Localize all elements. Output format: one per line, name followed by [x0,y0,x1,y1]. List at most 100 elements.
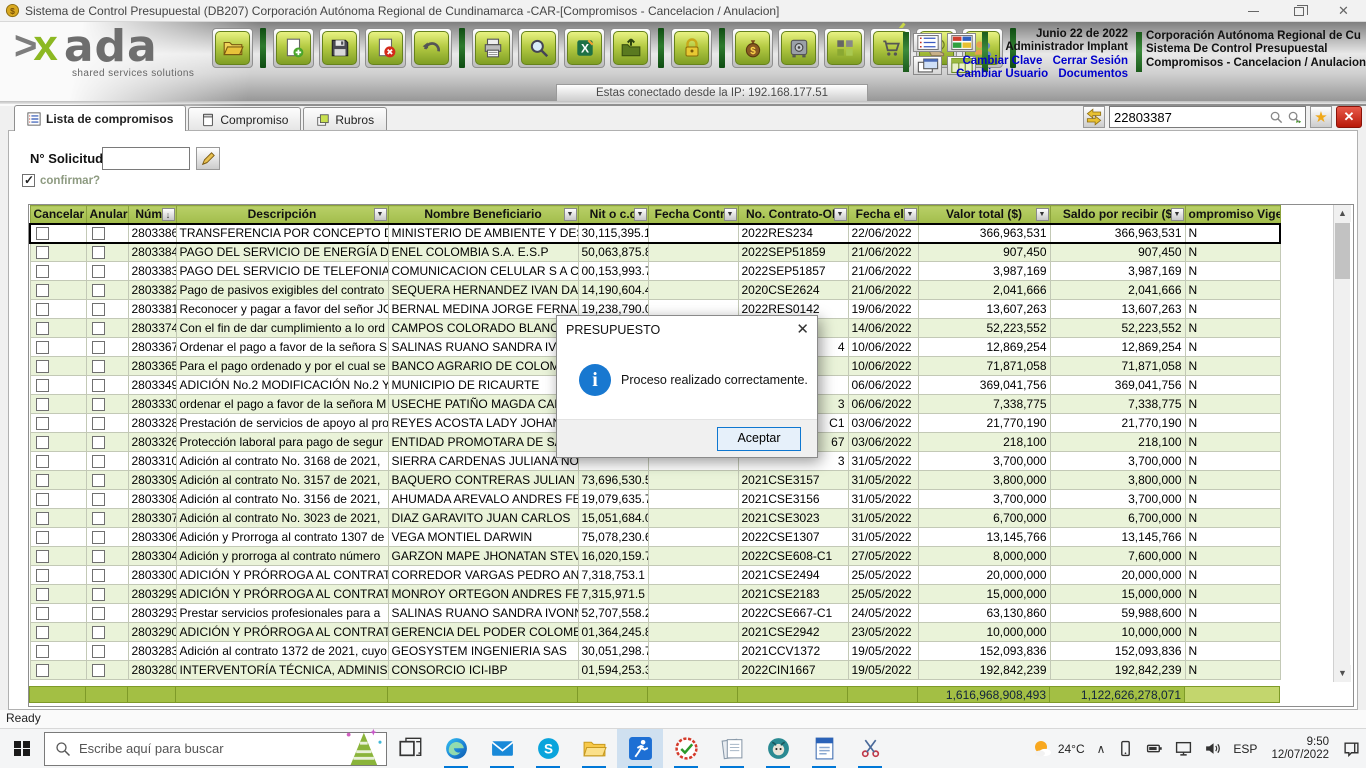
battery-tray-icon[interactable] [1140,729,1169,768]
numero-cell[interactable]: 2803381 [128,300,176,319]
descripcion-cell[interactable]: INTERVENTORÍA TÉCNICA, ADMINISTRAT [176,661,388,680]
row-checkbox[interactable] [92,303,105,316]
beneficiario-cell[interactable]: MUNICIPIO DE RICAURTE [388,376,578,395]
vigente-cell[interactable]: N [1185,338,1280,357]
beneficiario-cell[interactable]: MINISTERIO DE AMBIENTE Y DESARR [388,224,578,243]
fecha-contrato-cell[interactable] [648,471,738,490]
vigente-cell[interactable]: N [1185,566,1280,585]
beneficiario-cell[interactable]: BANCO AGRARIO DE COLOMBI [388,357,578,376]
fecha-elaboracion-cell[interactable]: 03/06/2022 [848,433,918,452]
minimize-button[interactable] [1231,0,1276,22]
cancelar-cell[interactable] [30,604,86,623]
fecha-contrato-cell[interactable] [648,547,738,566]
numero-cell[interactable]: 2803383 [128,262,176,281]
row-checkbox[interactable] [92,588,105,601]
column-header-fecha-contra[interactable]: Fecha Contra▼ [648,206,738,224]
delete-document-button[interactable] [365,28,406,68]
contrato-cell[interactable]: 2021CSE2183 [738,585,848,604]
descripcion-cell[interactable]: Adición al contrato No. 3168 de 2021, [176,452,388,471]
task-view-button[interactable] [387,729,433,768]
export-excel-button[interactable]: X [564,28,605,68]
favorite-button[interactable]: ★ [1310,106,1332,128]
numero-cell[interactable]: 2803382 [128,281,176,300]
saldo-cell[interactable]: 52,223,552 [1050,319,1185,338]
beneficiario-cell[interactable]: REYES ACOSTA LADY JOHANNA [388,414,578,433]
fecha-elaboracion-cell[interactable]: 31/05/2022 [848,471,918,490]
anular-cell[interactable] [86,262,128,281]
beneficiario-cell[interactable]: CAMPOS COLORADO BLANCA N [388,319,578,338]
row-checkbox[interactable] [36,398,49,411]
row-checkbox[interactable] [36,512,49,525]
row-checkbox[interactable] [36,246,49,259]
search-button[interactable] [518,28,559,68]
row-checkbox[interactable] [36,474,49,487]
vigente-cell[interactable]: N [1185,642,1280,661]
contrato-cell[interactable]: 2021CSE3156 [738,490,848,509]
row-checkbox[interactable] [36,379,49,392]
contrato-cell[interactable]: 2022CIN1667 [738,661,848,680]
valor-total-cell[interactable]: 6,700,000 [918,509,1050,528]
fecha-elaboracion-cell[interactable]: 31/05/2022 [848,509,918,528]
file-explorer-taskbar-button[interactable] [571,729,617,768]
numero-cell[interactable]: 2803386 [128,224,176,243]
fecha-contrato-cell[interactable] [648,281,738,300]
nit-cell[interactable]: 30,115,395.1 [578,224,648,243]
contrato-cell[interactable]: 2020CSE2624 [738,281,848,300]
contrato-cell[interactable]: 2021CSE2494 [738,566,848,585]
start-button[interactable] [0,729,44,768]
column-header-fecha-ela[interactable]: Fecha ela▼ [848,206,918,224]
cancelar-cell[interactable] [30,452,86,471]
descripcion-cell[interactable]: ADICIÓN Y PRÓRROGA AL CONTRATO 21 [176,585,388,604]
anular-cell[interactable] [86,566,128,585]
contrato-cell[interactable]: 2022RES234 [738,224,848,243]
print-button[interactable] [472,28,513,68]
search-next-icon[interactable] [1287,110,1302,125]
nit-cell[interactable]: 15,051,684.0 [578,509,648,528]
valor-total-cell[interactable]: 218,100 [918,433,1050,452]
numero-cell[interactable]: 2803349 [128,376,176,395]
contrato-cell[interactable]: 2022CSE667-C1 [738,604,848,623]
row-checkbox[interactable] [36,664,49,677]
vertical-scrollbar[interactable]: ▲ ▼ [1333,205,1350,682]
vigente-cell[interactable]: N [1185,623,1280,642]
descripcion-cell[interactable]: Prestación de servicios de apoyo al pro [176,414,388,433]
anular-cell[interactable] [86,395,128,414]
descripcion-cell[interactable]: Protección laboral para pago de segur [176,433,388,452]
fecha-elaboracion-cell[interactable]: 10/06/2022 [848,357,918,376]
table-row[interactable]: 2803299ADICIÓN Y PRÓRROGA AL CONTRATO 21… [30,585,1280,604]
fecha-contrato-cell[interactable] [648,243,738,262]
saldo-cell[interactable]: 10,000,000 [1050,623,1185,642]
fecha-elaboracion-cell[interactable]: 14/06/2022 [848,319,918,338]
cancelar-cell[interactable] [30,300,86,319]
saldo-cell[interactable]: 20,000,000 [1050,566,1185,585]
contrato-cell[interactable]: 2021CSE3157 [738,471,848,490]
valor-total-cell[interactable]: 369,041,756 [918,376,1050,395]
saldo-cell[interactable]: 13,145,766 [1050,528,1185,547]
row-checkbox[interactable] [36,303,49,316]
beneficiario-cell[interactable]: CONSORCIO ICI-IBP [388,661,578,680]
nit-cell[interactable]: 01,594,253.3 [578,661,648,680]
filter-dropdown-icon[interactable]: ▼ [834,208,847,221]
fecha-elaboracion-cell[interactable]: 10/06/2022 [848,338,918,357]
anular-cell[interactable] [86,547,128,566]
column-header-nit-o-c-c[interactable]: Nit o c.c▼ [578,206,648,224]
fecha-elaboracion-cell[interactable]: 31/05/2022 [848,490,918,509]
row-checkbox[interactable] [92,379,105,392]
money-bag-button[interactable]: $ [732,28,773,68]
fecha-contrato-cell[interactable] [648,585,738,604]
row-checkbox[interactable] [92,398,105,411]
cancelar-cell[interactable] [30,490,86,509]
dialog-close-icon[interactable]: ✕ [796,320,809,338]
numero-cell[interactable]: 2803304 [128,547,176,566]
beneficiario-cell[interactable]: COMUNICACION CELULAR S A COMC [388,262,578,281]
vigente-cell[interactable]: N [1185,300,1280,319]
presupuesto-app-taskbar-button[interactable] [617,729,663,768]
fecha-elaboracion-cell[interactable]: 27/05/2022 [848,547,918,566]
row-checkbox[interactable] [92,626,105,639]
beneficiario-cell[interactable]: GEOSYSTEM INGENIERIA SAS [388,642,578,661]
tab-rubros[interactable]: Rubros [303,107,387,131]
anular-cell[interactable] [86,319,128,338]
vigente-cell[interactable]: N [1185,224,1280,243]
anular-cell[interactable] [86,490,128,509]
descripcion-cell[interactable]: Adición al contrato 1372 de 2021, cuyo [176,642,388,661]
